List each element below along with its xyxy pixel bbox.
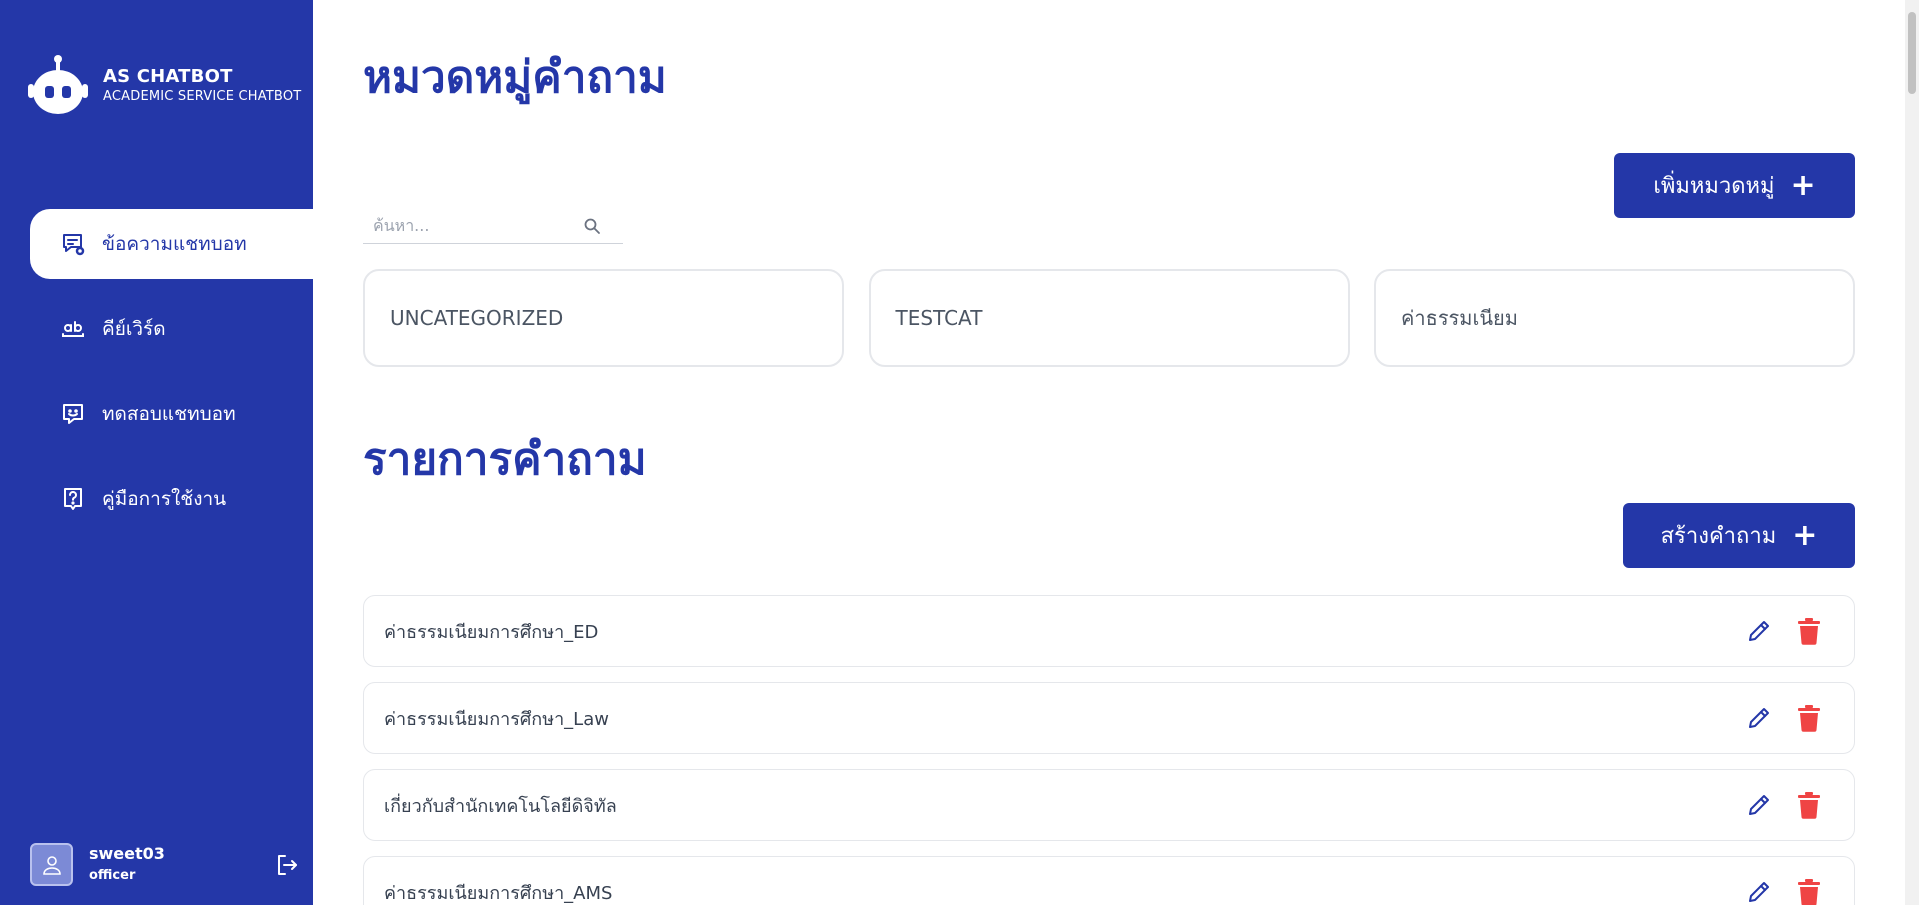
delete-button[interactable] — [1794, 790, 1824, 820]
delete-button[interactable] — [1794, 877, 1824, 905]
edit-button[interactable] — [1744, 790, 1774, 820]
user-name: sweet03 — [89, 843, 165, 863]
question-title: ค่าธรรมเนียมการศึกษา_Law — [384, 708, 609, 730]
category-grid: UNCATEGORIZED TESTCAT ค่าธรรมเนียม — [363, 269, 1855, 367]
pencil-icon — [1749, 795, 1769, 815]
user-panel: sweet03 officer — [30, 843, 300, 886]
user-icon — [42, 855, 61, 875]
plus-icon: + — [1792, 517, 1818, 553]
sidebar-item-keywords[interactable]: คีย์เวิร์ด — [30, 294, 313, 364]
help-icon — [60, 486, 86, 512]
delete-button[interactable] — [1794, 703, 1824, 733]
add-category-label: เพิ่มหมวดหมู่ — [1653, 174, 1775, 199]
page-title: หมวดหมู่คำถาม — [363, 52, 667, 103]
question-title: ค่าธรรมเนียมการศึกษา_ED — [384, 621, 599, 643]
trash-icon — [1798, 792, 1820, 819]
search-input[interactable] — [363, 216, 583, 235]
category-card[interactable]: UNCATEGORIZED — [363, 269, 844, 367]
keyword-icon — [60, 316, 86, 342]
list-item[interactable]: เกี่ยวกับสำนักเทคโนโลยีดิจิทัล — [363, 769, 1855, 841]
sidebar-item-label: ทดสอบแชทบอท — [102, 403, 236, 425]
delete-button[interactable] — [1794, 616, 1824, 646]
user-role: officer — [89, 867, 136, 883]
create-question-button[interactable]: สร้างคำถาม + — [1623, 503, 1855, 568]
list-item[interactable]: ค่าธรรมเนียมการศึกษา_AMS — [363, 856, 1855, 905]
edit-button[interactable] — [1744, 703, 1774, 733]
list-item[interactable]: ค่าธรรมเนียมการศึกษา_Law — [363, 682, 1855, 754]
sidebar-item-label: คู่มือการใช้งาน — [102, 488, 227, 510]
logout-icon[interactable] — [274, 852, 300, 878]
sidebar-nav: ข้อความแชทบอท คีย์เวิร์ด ทดสอบแชทบอท คู่… — [30, 209, 313, 549]
sidebar-item-label: คีย์เวิร์ด — [102, 318, 166, 340]
trash-icon — [1798, 705, 1820, 732]
avatar[interactable] — [30, 843, 73, 886]
scrollbar-thumb[interactable] — [1908, 12, 1916, 94]
section-title: รายการคำถาม — [363, 434, 647, 485]
question-list: ค่าธรรมเนียมการศึกษา_ED ค่าธรรมเนียมการศ… — [363, 595, 1855, 905]
question-title: ค่าธรรมเนียมการศึกษา_AMS — [384, 882, 613, 904]
brand-subtitle: ACADEMIC SERVICE CHATBOT — [103, 89, 302, 104]
create-question-label: สร้างคำถาม — [1660, 524, 1777, 549]
pencil-icon — [1749, 882, 1769, 902]
category-card[interactable]: TESTCAT — [868, 269, 1350, 367]
sidebar-item-manual[interactable]: คู่มือการใช้งาน — [30, 464, 313, 534]
edit-button[interactable] — [1744, 616, 1774, 646]
chat-smile-icon — [60, 401, 86, 427]
sidebar: AS CHATBOT ACADEMIC SERVICE CHATBOT ข้อค… — [0, 0, 313, 905]
main-content: หมวดหมู่คำถาม เพิ่มหมวดหมู่ + UNCATEGORI… — [363, 0, 1855, 905]
robot-icon — [28, 55, 88, 114]
edit-button[interactable] — [1744, 877, 1774, 905]
trash-icon — [1798, 618, 1820, 645]
search-box — [363, 208, 623, 244]
add-category-button[interactable]: เพิ่มหมวดหมู่ + — [1614, 153, 1855, 218]
pencil-icon — [1749, 621, 1769, 641]
list-item[interactable]: ค่าธรรมเนียมการศึกษา_ED — [363, 595, 1855, 667]
sidebar-item-label: ข้อความแชทบอท — [102, 233, 247, 255]
page-scrollbar[interactable] — [1905, 0, 1919, 905]
plus-icon: + — [1790, 167, 1816, 203]
category-card[interactable]: ค่าธรรมเนียม — [1374, 269, 1855, 367]
chat-settings-icon — [60, 231, 86, 257]
sidebar-item-chatbot-messages[interactable]: ข้อความแชทบอท — [30, 209, 313, 279]
sidebar-item-test-chatbot[interactable]: ทดสอบแชทบอท — [30, 379, 313, 449]
trash-icon — [1798, 879, 1820, 905]
pencil-icon — [1749, 708, 1769, 728]
question-title: เกี่ยวกับสำนักเทคโนโลยีดิจิทัล — [384, 795, 617, 817]
brand[interactable]: AS CHATBOT ACADEMIC SERVICE CHATBOT — [27, 54, 301, 118]
search-icon[interactable] — [583, 217, 601, 235]
brand-title: AS CHATBOT — [103, 66, 233, 87]
